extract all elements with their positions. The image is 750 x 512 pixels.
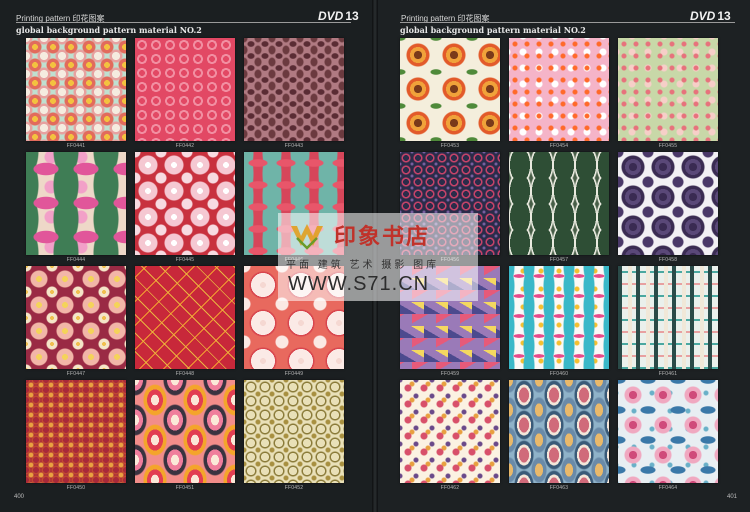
pattern-code-label: FF0460 (549, 371, 569, 377)
pattern-swatch-image (244, 380, 344, 483)
pattern-code-label: FF0457 (549, 257, 569, 263)
pattern-swatch-item: FF0447 (26, 266, 126, 377)
pattern-swatch-item: FF0441 (26, 38, 126, 149)
dvd-label: DVD (318, 9, 344, 23)
pattern-code-label: FF0450 (66, 485, 86, 491)
pattern-code-label: FF0464 (658, 485, 678, 491)
pattern-swatch-image (509, 380, 609, 483)
dvd-number: 13 (345, 9, 359, 23)
pattern-swatch-item: FF0452 (244, 380, 344, 491)
pattern-swatch-item: FF0461 (618, 266, 718, 377)
left-dvd-tag: DVD 13 (318, 9, 359, 23)
pattern-swatch-item: FF0454 (509, 38, 609, 149)
pattern-swatch-item: FF0457 (509, 152, 609, 263)
dvd-label: DVD (690, 9, 716, 23)
right-header-rule (400, 22, 735, 23)
pattern-code-label: FF0448 (175, 371, 195, 377)
pattern-swatch-item: FF0453 (400, 38, 500, 149)
pattern-swatch-image (135, 380, 235, 483)
pattern-code-label: FF0455 (658, 143, 678, 149)
pattern-swatch-item: FF0463 (509, 380, 609, 491)
watermark-name: 印象书店 (334, 224, 431, 249)
watermark: 印象书店 平面 建筑 艺术 摄影 图库 WWW.S71.CN (278, 213, 478, 301)
pattern-swatch-item: FF0450 (26, 380, 126, 491)
pattern-code-label: FF0458 (658, 257, 678, 263)
pattern-swatch-item: FF0455 (618, 38, 718, 149)
pattern-swatch-image (135, 266, 235, 369)
pattern-code-label: FF0454 (549, 143, 569, 149)
right-subtitle: global background pattern material NO.2 (400, 25, 586, 35)
pattern-swatch-image (26, 266, 126, 369)
pattern-swatch-image (400, 38, 500, 141)
pattern-swatch-image (26, 38, 126, 141)
pattern-code-label: FF0442 (175, 143, 195, 149)
pattern-swatch-image (26, 380, 126, 483)
left-subtitle: global background pattern material NO.2 (16, 25, 202, 35)
pattern-swatch-item: FF0442 (135, 38, 235, 149)
pattern-code-label: FF0453 (440, 143, 460, 149)
pattern-swatch-image (135, 152, 235, 255)
pattern-code-label: FF0441 (66, 143, 86, 149)
left-header-rule (16, 22, 351, 23)
right-page-number: 401 (727, 494, 738, 500)
pattern-swatch-image (618, 152, 718, 255)
pattern-swatch-item: FF0464 (618, 380, 718, 491)
pattern-swatch-image (618, 380, 718, 483)
pattern-code-label: FF0461 (658, 371, 678, 377)
pattern-swatch-item: FF0445 (135, 152, 235, 263)
pattern-code-label: FF0445 (175, 257, 195, 263)
pattern-code-label: FF0447 (66, 371, 86, 377)
pattern-code-label: FF0463 (549, 485, 569, 491)
pattern-swatch-item: FF0444 (26, 152, 126, 263)
right-dvd-tag: DVD 13 (690, 9, 731, 23)
pattern-swatch-image (509, 38, 609, 141)
pattern-swatch-image (244, 38, 344, 141)
pattern-swatch-image (509, 266, 609, 369)
pattern-swatch-item: FF0462 (400, 380, 500, 491)
pattern-swatch-item: FF0458 (618, 152, 718, 263)
pattern-swatch-item: FF0451 (135, 380, 235, 491)
pattern-swatch-item: FF0448 (135, 266, 235, 377)
watermark-logo-icon (291, 224, 323, 250)
pattern-swatch-image (618, 38, 718, 141)
pattern-code-label: FF0459 (440, 371, 460, 377)
dvd-number: 13 (717, 9, 731, 23)
watermark-url: WWW.S71.CN (288, 273, 430, 295)
pattern-swatch-image (26, 152, 126, 255)
pattern-code-label: FF0451 (175, 485, 195, 491)
left-page-number: 400 (14, 494, 25, 500)
pattern-swatch-image (135, 38, 235, 141)
pattern-swatch-item: FF0443 (244, 38, 344, 149)
pattern-code-label: FF0444 (66, 257, 86, 263)
pattern-swatch-image (400, 380, 500, 483)
pattern-code-label: FF0449 (284, 371, 304, 377)
pattern-code-label: FF0462 (440, 485, 460, 491)
pattern-swatch-image (618, 266, 718, 369)
pattern-swatch-item: FF0460 (509, 266, 609, 377)
pattern-code-label: FF0452 (284, 485, 304, 491)
watermark-tagline: 平面 建筑 艺术 摄影 图库 (286, 260, 440, 271)
pattern-swatch-image (509, 152, 609, 255)
pattern-code-label: FF0443 (284, 143, 304, 149)
